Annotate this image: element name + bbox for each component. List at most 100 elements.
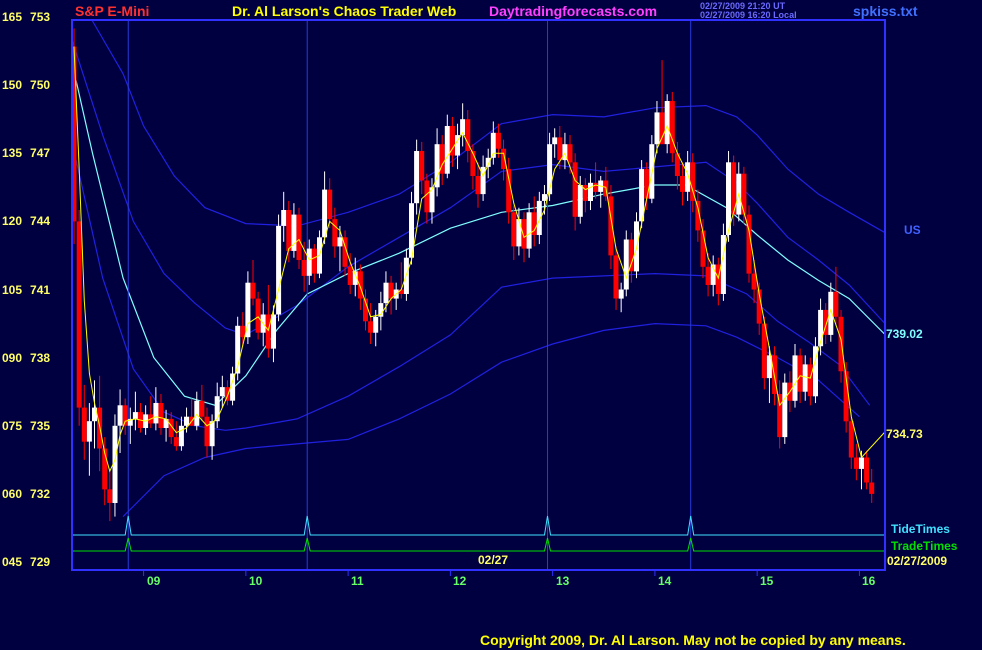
y-tick-left: 090 bbox=[2, 351, 23, 365]
candle-body bbox=[802, 364, 808, 392]
y-tick-right: 753 bbox=[30, 10, 51, 24]
candle-body bbox=[311, 248, 317, 274]
candle-body bbox=[588, 182, 593, 201]
x-tick-label: 12 bbox=[453, 574, 467, 588]
candle-body bbox=[265, 314, 271, 349]
candle-body bbox=[833, 291, 839, 317]
candle-body bbox=[869, 482, 875, 494]
candle-body bbox=[444, 126, 450, 174]
candle-body bbox=[526, 212, 532, 249]
candle-body bbox=[567, 144, 573, 163]
candle-body bbox=[521, 219, 527, 249]
x-tick-label: 14 bbox=[658, 574, 672, 588]
y-tick-label: 075 735 bbox=[2, 419, 50, 433]
candle-body bbox=[644, 169, 650, 199]
y-tick-right: 732 bbox=[30, 487, 51, 501]
candle-body bbox=[398, 289, 404, 294]
candle-body bbox=[132, 412, 138, 419]
candle-body bbox=[383, 282, 389, 304]
y-tick-left: 165 bbox=[2, 10, 23, 24]
y-tick-right: 750 bbox=[30, 78, 51, 92]
candle-body bbox=[281, 210, 287, 226]
candle-body bbox=[542, 194, 547, 201]
candle-body bbox=[240, 325, 246, 338]
candle-body bbox=[388, 282, 394, 299]
chart-date: 02/27/2009 bbox=[887, 554, 948, 568]
candle-body bbox=[680, 176, 685, 192]
x-tick-label: 11 bbox=[351, 574, 364, 588]
candle-body bbox=[557, 137, 563, 161]
us-label: US bbox=[904, 223, 921, 237]
candle-body bbox=[368, 321, 374, 333]
candle-body bbox=[209, 421, 215, 447]
candle-body bbox=[700, 230, 706, 267]
candle-body bbox=[347, 266, 353, 285]
candle-body bbox=[163, 418, 169, 428]
candle-body bbox=[777, 394, 783, 438]
y-tick-left: 060 bbox=[2, 487, 23, 501]
candle-body bbox=[685, 162, 691, 192]
candle-body bbox=[782, 382, 788, 438]
y-tick-right: 729 bbox=[30, 555, 51, 569]
y-tick-label: 060 732 bbox=[2, 487, 50, 501]
copyright-notice: Copyright 2009, Dr. Al Larson. May not b… bbox=[480, 632, 906, 648]
candle-body bbox=[81, 407, 87, 442]
y-tick-label: 045 729 bbox=[2, 555, 50, 569]
candle-body bbox=[419, 151, 425, 181]
y-tick-right: 735 bbox=[30, 419, 51, 433]
candle-body bbox=[357, 271, 363, 299]
candle-body bbox=[807, 364, 813, 397]
candle-body bbox=[332, 219, 338, 247]
candle-body bbox=[173, 437, 179, 447]
candle-body bbox=[838, 316, 844, 372]
candle-body bbox=[158, 403, 164, 428]
candle-body bbox=[286, 210, 292, 251]
y-tick-label: 105 741 bbox=[2, 283, 50, 297]
candle-body bbox=[306, 248, 312, 276]
candle-body bbox=[864, 457, 870, 483]
candle-body bbox=[296, 214, 302, 260]
candle-body bbox=[475, 176, 481, 195]
candle-body bbox=[797, 355, 803, 392]
tide-times-label: TideTimes bbox=[891, 522, 950, 536]
candle-body bbox=[577, 185, 583, 217]
candle-body bbox=[593, 182, 599, 192]
candle-body bbox=[184, 416, 189, 426]
y-tick-left: 135 bbox=[2, 146, 23, 160]
x-tick-label: 10 bbox=[249, 574, 263, 588]
site-link[interactable]: Daytradingforecasts.com bbox=[489, 3, 657, 19]
y-tick-right: 744 bbox=[30, 214, 51, 228]
fast-average-value: 734.73 bbox=[886, 427, 923, 441]
candle-body bbox=[792, 355, 798, 401]
candle-body bbox=[373, 316, 379, 333]
instrument-title: S&P E-Mini bbox=[75, 3, 150, 19]
candle-body bbox=[501, 148, 507, 170]
candle-body bbox=[618, 289, 624, 299]
y-tick-label: 090 738 bbox=[2, 351, 50, 365]
x-tick-label: 16 bbox=[862, 574, 876, 588]
x-tick-label: 15 bbox=[760, 574, 774, 588]
data-file-name: spkiss.txt bbox=[853, 3, 918, 19]
y-tick-label: 165 753 bbox=[2, 10, 50, 24]
candle-body bbox=[848, 421, 854, 458]
candle-body bbox=[107, 489, 113, 503]
y-tick-left: 075 bbox=[2, 419, 23, 433]
candle-body bbox=[572, 162, 578, 217]
candle-body bbox=[859, 457, 864, 469]
candle-body bbox=[204, 416, 210, 447]
y-tick-right: 747 bbox=[30, 146, 51, 160]
candle-body bbox=[828, 291, 834, 335]
candle-body bbox=[506, 169, 512, 213]
chart-title: Dr. Al Larson's Chaos Trader Web bbox=[232, 3, 457, 19]
x-tick-label: 13 bbox=[556, 574, 570, 588]
candle-body bbox=[613, 255, 619, 299]
candle-body bbox=[511, 212, 517, 247]
y-tick-label: 150 750 bbox=[2, 78, 50, 92]
candle-body bbox=[153, 403, 159, 424]
y-tick-label: 120 744 bbox=[2, 214, 50, 228]
timestamp-local: 02/27/2009 16:20 Local bbox=[700, 10, 797, 20]
candle-body bbox=[219, 387, 225, 397]
candle-body bbox=[424, 180, 430, 213]
trade-times-label: TradeTimes bbox=[891, 539, 958, 553]
candle-body bbox=[853, 457, 859, 469]
